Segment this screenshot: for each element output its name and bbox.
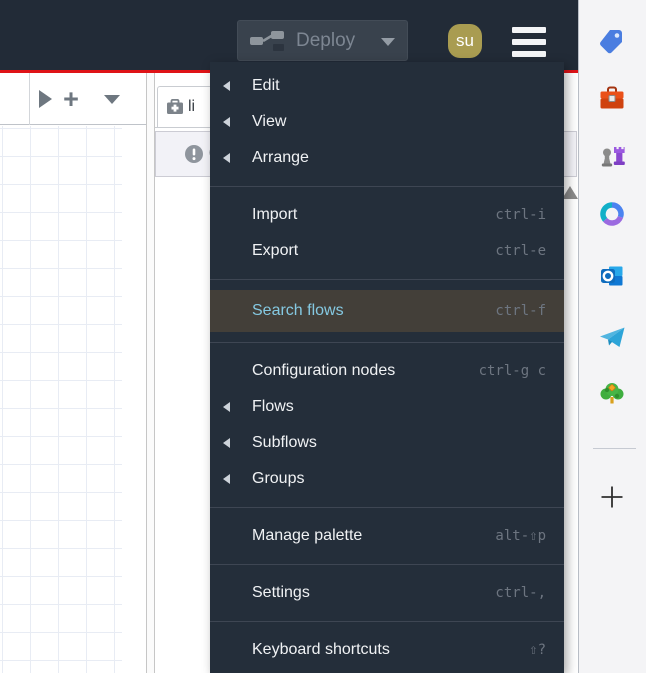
- menu-item-keyboard-shortcuts[interactable]: Keyboard shortcuts ⇧?: [210, 632, 564, 668]
- deploy-button[interactable]: Deploy: [237, 20, 408, 61]
- menu-item-view[interactable]: View: [210, 104, 564, 140]
- menu-item-flows[interactable]: Flows: [210, 389, 564, 425]
- submenu-left-arrow-icon: [223, 117, 230, 127]
- menu-separator: [210, 279, 564, 280]
- menu-item-groups[interactable]: Groups: [210, 461, 564, 497]
- menu-item-subflows[interactable]: Subflows: [210, 425, 564, 461]
- deploy-wire-icon: [250, 30, 284, 51]
- hamburger-icon: [512, 27, 546, 33]
- exclamation-circle-icon: [185, 145, 203, 163]
- copilot-icon[interactable]: [598, 200, 626, 228]
- shortcut-label: ctrl-i: [495, 207, 546, 223]
- menu-item-settings[interactable]: Settings ctrl-,: [210, 575, 564, 611]
- shortcut-label: ctrl-f: [495, 303, 546, 319]
- deploy-label: Deploy: [296, 29, 356, 51]
- workspace-canvas[interactable]: [0, 126, 122, 673]
- telegram-icon[interactable]: [598, 324, 626, 352]
- sidebar-scroll-up-icon[interactable]: [562, 186, 578, 199]
- flow-tabbar: +: [0, 73, 146, 125]
- shortcut-label: alt-⇧p: [495, 528, 546, 544]
- shortcut-label: ctrl-g c: [478, 363, 546, 379]
- add-flow-icon: +: [63, 83, 79, 114]
- menu-separator: [210, 186, 564, 187]
- submenu-left-arrow-icon: [223, 474, 230, 484]
- sidebar-tab-label: li: [188, 98, 196, 115]
- sidebar-divider: [593, 448, 636, 449]
- avatar-initials: su: [456, 31, 474, 50]
- shortcut-label: ctrl-,: [495, 585, 546, 601]
- menu-item-manage-palette[interactable]: Manage palette alt-⇧p: [210, 518, 564, 554]
- tag-icon[interactable]: [598, 27, 626, 55]
- workspace-scrollbar[interactable]: [122, 126, 146, 673]
- outlook-icon[interactable]: [598, 262, 626, 290]
- menu-separator: [210, 564, 564, 565]
- tab-edge-divider: [29, 73, 30, 125]
- scroll-right-icon: [38, 90, 52, 108]
- chess-icon[interactable]: [598, 143, 626, 171]
- shortcut-label: ctrl-e: [495, 243, 546, 259]
- medkit-icon: [167, 99, 183, 114]
- menu-item-edit[interactable]: Edit: [210, 68, 564, 104]
- submenu-left-arrow-icon: [223, 153, 230, 163]
- screen: + li 0: [0, 0, 646, 673]
- browser-sidebar: [578, 0, 646, 673]
- main-menu-dropdown: Edit View Arrange Import ctrl-i Export ctr…: [210, 62, 564, 673]
- shortcut-label: ⇧?: [529, 642, 546, 658]
- plus-icon[interactable]: [598, 483, 626, 511]
- deploy-caret-icon[interactable]: [381, 38, 395, 46]
- menu-item-configuration-nodes[interactable]: Configuration nodes ctrl-g c: [210, 353, 564, 389]
- flow-list-icon: [104, 94, 120, 104]
- tree-icon[interactable]: [598, 380, 626, 408]
- menu-separator: [210, 342, 564, 343]
- menu-item-search-flows[interactable]: Search flows ctrl-f: [210, 290, 564, 332]
- panel-splitter[interactable]: [147, 73, 154, 673]
- toolbox-icon[interactable]: [598, 85, 626, 113]
- menu-separator: [210, 507, 564, 508]
- menu-item-export[interactable]: Export ctrl-e: [210, 233, 564, 269]
- flow-list-button[interactable]: [98, 73, 126, 125]
- scroll-tabs-right-button[interactable]: [33, 73, 57, 125]
- submenu-left-arrow-icon: [223, 438, 230, 448]
- main-menu-button[interactable]: [512, 27, 546, 58]
- menu-item-arrange[interactable]: Arrange: [210, 140, 564, 176]
- submenu-left-arrow-icon: [223, 81, 230, 91]
- menu-item-import[interactable]: Import ctrl-i: [210, 197, 564, 233]
- menu-separator: [210, 621, 564, 622]
- submenu-left-arrow-icon: [223, 402, 230, 412]
- user-avatar[interactable]: su: [448, 24, 482, 58]
- add-flow-button[interactable]: +: [58, 73, 84, 125]
